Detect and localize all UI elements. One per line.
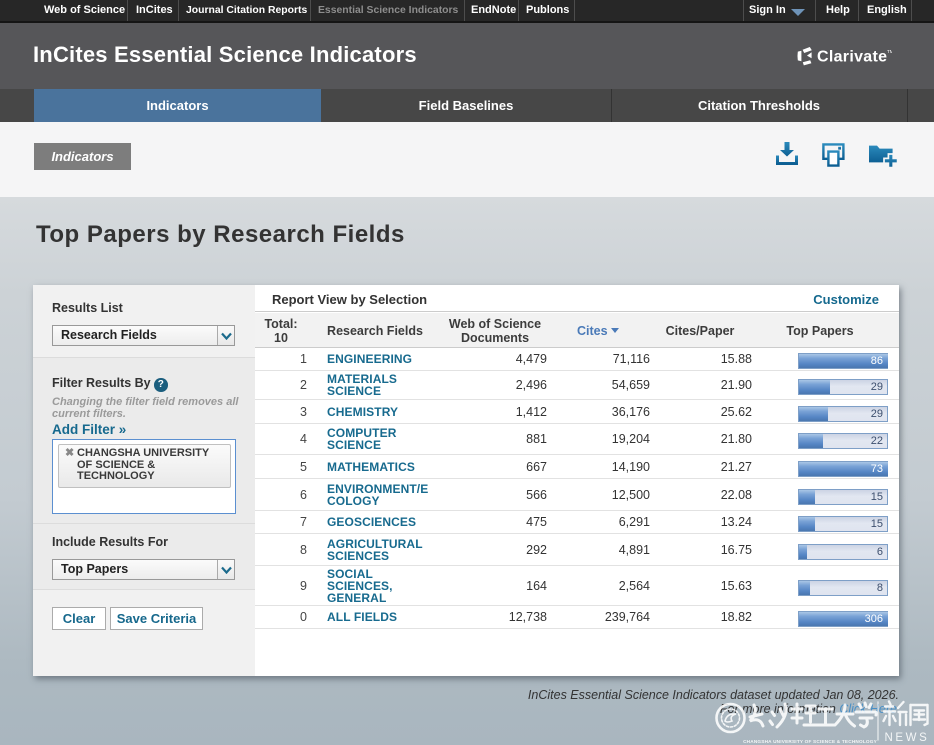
svg-text:Clarivate: Clarivate: [817, 49, 887, 66]
svg-text:TM: TM: [887, 49, 892, 54]
svg-text:NEWS: NEWS: [885, 732, 930, 744]
svg-text:CHANGSHA UNIVERSITY OF SCIENCE: CHANGSHA UNIVERSITY OF SCIENCE & TECHNOL…: [743, 739, 878, 744]
